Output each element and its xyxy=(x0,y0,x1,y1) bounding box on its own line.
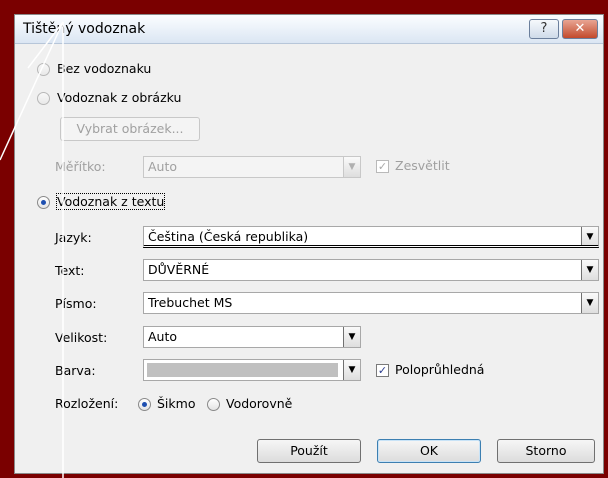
select-picture-button[interactable]: Vybrat obrázek... xyxy=(60,117,200,141)
cancel-button[interactable]: Storno xyxy=(497,439,595,463)
font-dropdown[interactable]: Trebuchet MS ▼ xyxy=(143,292,599,314)
size-label: Velikost: xyxy=(55,330,108,345)
semitransparent-label[interactable]: Poloprůhledná xyxy=(395,362,484,377)
scale-dropdown-arrow-icon[interactable]: ▼ xyxy=(343,157,360,177)
dialog-title: Tištěný vodoznak xyxy=(23,21,146,37)
scale-dropdown[interactable]: Auto ▼ xyxy=(143,156,361,178)
apply-button[interactable]: Použít xyxy=(257,439,361,463)
title-bar: Tištěný vodoznak ? ✕ xyxy=(15,15,603,44)
color-dropdown-arrow-icon[interactable]: ▼ xyxy=(343,360,360,380)
color-label: Barva: xyxy=(55,363,96,378)
text-dropdown[interactable]: DŮVĚRNÉ ▼ xyxy=(143,259,599,281)
watermark-dialog: Tištěný vodoznak ? ✕ Bez vodoznaku Vodoz… xyxy=(14,14,604,474)
text-value: DŮVĚRNÉ xyxy=(148,262,210,277)
language-dropdown-arrow-icon[interactable]: ▼ xyxy=(581,227,598,245)
ok-button[interactable]: OK xyxy=(377,439,481,463)
no-watermark-radio[interactable] xyxy=(37,63,50,76)
diagonal-radio[interactable] xyxy=(138,398,151,411)
text-watermark-label[interactable]: Vodoznak z textu xyxy=(55,193,166,210)
size-dropdown-arrow-icon[interactable]: ▼ xyxy=(343,327,360,347)
language-label: Jazyk: xyxy=(55,230,92,245)
font-dropdown-arrow-icon[interactable]: ▼ xyxy=(581,293,598,313)
layout-label: Rozložení: xyxy=(55,396,119,411)
horizontal-radio[interactable] xyxy=(207,398,220,411)
horizontal-label[interactable]: Vodorovně xyxy=(226,396,292,411)
washout-checkbox[interactable]: ✓ xyxy=(376,160,389,173)
language-value: Čeština (Česká republika) xyxy=(148,229,309,244)
language-dropdown[interactable]: Čeština (Česká republika) ▼ xyxy=(143,226,599,248)
washout-label[interactable]: Zesvětlit xyxy=(395,158,450,173)
help-button[interactable]: ? xyxy=(529,19,559,39)
semitransparent-checkbox[interactable]: ✓ xyxy=(376,364,389,377)
scale-label: Měřítko: xyxy=(55,159,106,174)
font-value: Trebuchet MS xyxy=(148,295,233,310)
text-label: Text: xyxy=(55,263,85,278)
text-watermark-radio[interactable] xyxy=(37,196,50,209)
color-dropdown[interactable]: ▼ xyxy=(143,359,361,381)
text-dropdown-arrow-icon[interactable]: ▼ xyxy=(581,260,598,280)
picture-watermark-label[interactable]: Vodoznak z obrázku xyxy=(57,90,181,105)
font-label: Písmo: xyxy=(55,296,97,311)
size-value: Auto xyxy=(148,329,178,344)
close-icon: ✕ xyxy=(574,21,586,36)
color-swatch xyxy=(147,363,338,377)
no-watermark-label[interactable]: Bez vodoznaku xyxy=(57,61,151,76)
diagonal-label[interactable]: Šikmo xyxy=(157,396,195,411)
picture-watermark-radio[interactable] xyxy=(37,92,50,105)
size-dropdown[interactable]: Auto ▼ xyxy=(143,326,361,348)
close-button[interactable]: ✕ xyxy=(562,19,598,39)
scale-value: Auto xyxy=(148,159,178,174)
